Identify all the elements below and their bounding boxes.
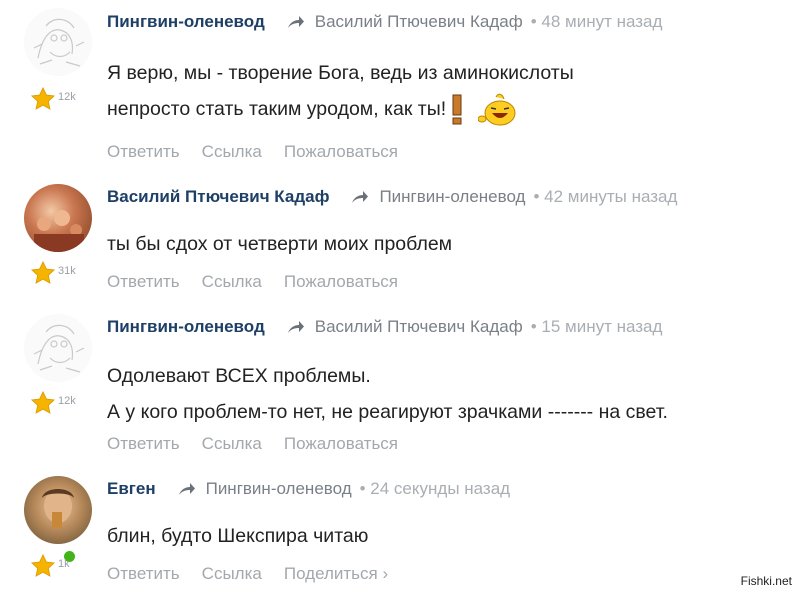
avatar-penguin[interactable] [24, 314, 92, 382]
rating-value: 1k [58, 558, 70, 570]
text-line: А у кого проблем-то нет, не реагируют зр… [107, 401, 668, 423]
permalink-link[interactable]: Ссылка [202, 142, 262, 162]
reply-to-name[interactable]: Пингвин-оленевод [379, 187, 525, 207]
star-icon [30, 86, 56, 110]
emoji-icon [450, 91, 522, 127]
comment-text: Я верю, мы - творение Бога, ведь из амин… [107, 55, 574, 127]
laughing-smiley-icon [478, 93, 516, 126]
author-name[interactable]: Василий Птючевич Кадаф [107, 187, 329, 207]
report-link[interactable]: Пожаловаться [284, 272, 398, 292]
star-icon [30, 553, 56, 577]
rating-value: 31k [58, 265, 76, 277]
reply-arrow-icon [352, 191, 369, 203]
rating: 31k [30, 260, 76, 286]
timestamp[interactable]: • 15 минут назад [531, 317, 663, 337]
reply-arrow-icon [178, 483, 195, 495]
reply-link[interactable]: Ответить [107, 564, 180, 584]
rating: 12k [30, 390, 76, 416]
comment-text: Одолевают ВСЕХ проблемы. А у кого пробле… [107, 358, 668, 430]
permalink-link[interactable]: Ссылка [202, 272, 262, 292]
author-name[interactable]: Евген [107, 479, 156, 499]
face-photo-icon [42, 489, 74, 528]
reply-to-name[interactable]: Василий Птючевич Кадаф [315, 12, 523, 32]
exclamation-icon [452, 94, 462, 125]
avatar-photo[interactable] [24, 184, 92, 252]
comment-text: блин, будто Шекспира читаю [107, 518, 368, 554]
rating: 12k [30, 86, 76, 112]
timestamp[interactable]: • 42 минуты назад [533, 187, 677, 207]
reply-to-name[interactable]: Василий Птючевич Кадаф [315, 317, 523, 337]
star-icon [30, 390, 56, 414]
text-line: непросто стать таким уродом, как ты! [107, 98, 447, 120]
report-link[interactable]: Пожаловаться [284, 142, 398, 162]
watermark: Fishki.net [740, 574, 792, 588]
rating-value: 12k [58, 91, 76, 103]
permalink-link[interactable]: Ссылка [202, 434, 262, 454]
permalink-link[interactable]: Ссылка [202, 564, 262, 584]
reply-arrow-icon [287, 321, 304, 333]
timestamp[interactable]: • 48 минут назад [531, 12, 663, 32]
reply-arrow-icon [287, 16, 304, 28]
avatar-photo[interactable] [24, 476, 92, 544]
crowd-photo-icon [34, 210, 84, 252]
text-line: блин, будто Шекспира читаю [107, 525, 369, 547]
reply-link[interactable]: Ответить [107, 434, 180, 454]
rating-value: 12k [58, 395, 76, 407]
avatar-penguin[interactable] [24, 8, 92, 76]
reply-link[interactable]: Ответить [107, 272, 180, 292]
share-link[interactable]: Поделиться › [284, 564, 388, 584]
timestamp[interactable]: • 24 секунды назад [360, 479, 510, 499]
text-line: Я верю, мы - творение Бога, ведь из амин… [107, 62, 574, 84]
star-icon [30, 260, 56, 284]
report-link[interactable]: Пожаловаться [284, 434, 398, 454]
author-name[interactable]: Пингвин-оленевод [107, 12, 265, 32]
penguin-sketch-icon [33, 18, 85, 67]
penguin-sketch-icon [33, 324, 85, 373]
reply-link[interactable]: Ответить [107, 142, 180, 162]
comment-text: ты бы сдох от четверти моих проблем [107, 226, 452, 262]
text-line: ты бы сдох от четверти моих проблем [107, 233, 453, 255]
reply-to-name[interactable]: Пингвин-оленевод [206, 479, 352, 499]
author-name[interactable]: Пингвин-оленевод [107, 317, 265, 337]
rating: 1k [30, 553, 70, 579]
text-line: Одолевают ВСЕХ проблемы. [107, 365, 371, 387]
